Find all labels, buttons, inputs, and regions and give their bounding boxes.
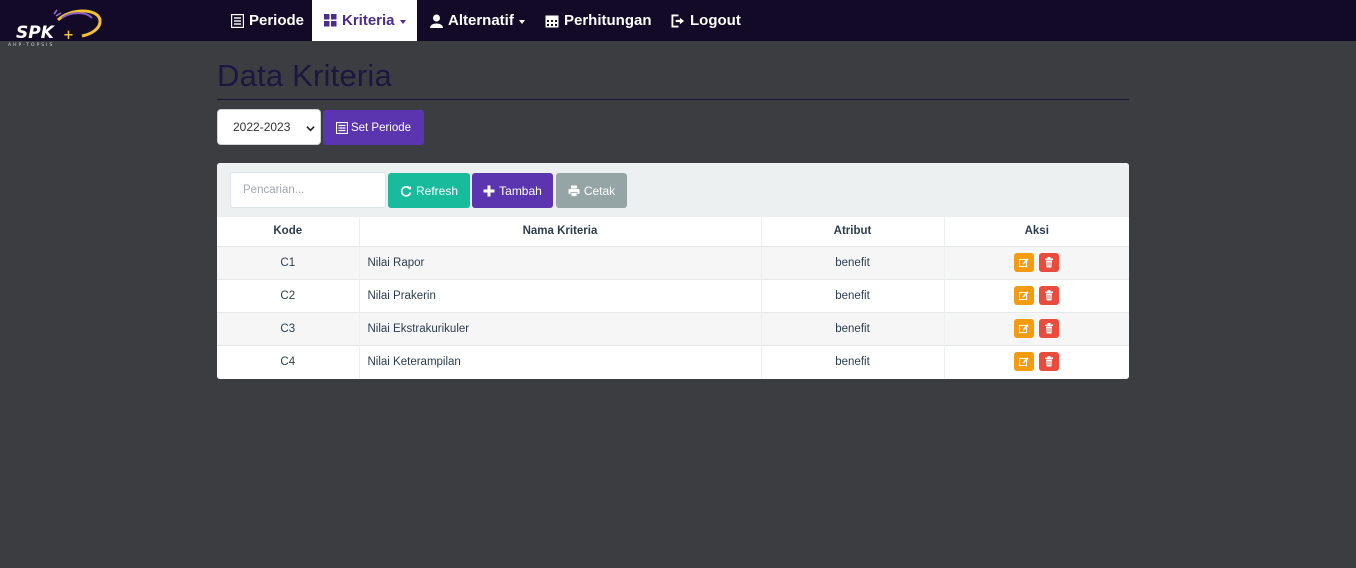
edit-button[interactable] bbox=[1014, 319, 1035, 338]
tambah-label: Tambah bbox=[499, 183, 542, 198]
cell-kode: C2 bbox=[217, 278, 360, 312]
column-header-kode[interactable]: Kode bbox=[217, 217, 360, 247]
delete-button[interactable] bbox=[1039, 253, 1060, 272]
cell-nama: Nilai Prakerin bbox=[359, 278, 762, 312]
cell-atribut: benefit bbox=[761, 245, 945, 279]
trash-icon bbox=[1045, 323, 1054, 334]
edit-icon bbox=[1019, 257, 1029, 267]
edit-button[interactable] bbox=[1014, 253, 1035, 272]
refresh-icon bbox=[400, 185, 412, 197]
search-input[interactable]: Pencarian... bbox=[230, 172, 386, 208]
column-header-aksi: Aksi bbox=[944, 217, 1129, 247]
edit-icon bbox=[1019, 357, 1029, 366]
edit-button[interactable] bbox=[1014, 286, 1035, 305]
nav-logout[interactable]: Logout bbox=[659, 0, 753, 41]
trash-icon bbox=[1045, 356, 1054, 367]
cell-kode: C3 bbox=[217, 311, 360, 345]
table-row: C1 Nilai Rapor benefit bbox=[217, 245, 1129, 279]
chevron-down-icon bbox=[399, 19, 406, 24]
cell-atribut: benefit bbox=[761, 344, 945, 378]
title-divider bbox=[217, 99, 1129, 100]
nav-periode-label: Periode bbox=[249, 12, 305, 29]
cell-kode: C4 bbox=[217, 344, 360, 378]
edit-icon bbox=[1019, 323, 1029, 333]
cell-aksi bbox=[944, 344, 1129, 378]
cell-kode: C1 bbox=[217, 245, 360, 279]
table-row: C2 Nilai Prakerin benefit bbox=[217, 278, 1129, 312]
list-icon bbox=[335, 121, 348, 134]
periode-select[interactable]: 2022-2023 bbox=[217, 109, 321, 145]
user-icon bbox=[429, 14, 443, 28]
set-periode-label: Set Periode bbox=[350, 121, 412, 134]
svg-text:+: + bbox=[63, 28, 74, 43]
page-title: Data Kriteria bbox=[217, 58, 392, 93]
nav-alternatif[interactable]: Alternatif bbox=[417, 0, 537, 41]
nav-kriteria[interactable]: Kriteria bbox=[312, 0, 417, 41]
svg-text:AHP-TOPSIS: AHP-TOPSIS bbox=[8, 42, 54, 48]
set-periode-button[interactable]: Set Periode bbox=[323, 110, 424, 145]
refresh-label: Refresh bbox=[415, 183, 459, 198]
delete-button[interactable] bbox=[1039, 352, 1060, 372]
cetak-button[interactable]: Cetak bbox=[556, 173, 627, 208]
column-header-atribut[interactable]: Atribut bbox=[761, 217, 945, 247]
edit-icon bbox=[1019, 290, 1029, 300]
nav-logout-label: Logout bbox=[690, 12, 741, 29]
kriteria-table: Kode Nama Kriteria Atribut Aksi C1 Nilai… bbox=[217, 217, 1129, 378]
nav-alternatif-label: Alternatif bbox=[448, 12, 514, 29]
chevron-down-icon bbox=[306, 126, 315, 132]
edit-button[interactable] bbox=[1014, 352, 1035, 372]
svg-text:SPK: SPK bbox=[16, 23, 56, 43]
cell-atribut: benefit bbox=[761, 311, 945, 345]
cetak-label: Cetak bbox=[583, 183, 616, 198]
search-placeholder: Pencarian... bbox=[243, 184, 305, 196]
delete-button[interactable] bbox=[1039, 319, 1060, 338]
cell-nama: Nilai Rapor bbox=[359, 245, 762, 279]
grid-icon bbox=[324, 14, 337, 28]
column-header-nama[interactable]: Nama Kriteria bbox=[359, 217, 762, 247]
trash-icon bbox=[1045, 257, 1054, 268]
cell-atribut: benefit bbox=[761, 278, 945, 312]
nav-kriteria-label: Kriteria bbox=[342, 12, 395, 29]
calendar-icon bbox=[545, 14, 559, 28]
tambah-button[interactable]: Tambah bbox=[472, 173, 553, 208]
cell-aksi bbox=[944, 278, 1129, 312]
table-header-row: Kode Nama Kriteria Atribut Aksi bbox=[217, 217, 1129, 247]
delete-button[interactable] bbox=[1039, 286, 1060, 305]
chevron-down-icon bbox=[518, 19, 525, 24]
kriteria-panel: Pencarian... Refresh Tambah Cetak Kode N… bbox=[217, 163, 1129, 379]
cell-nama: Nilai Ekstrakurikuler bbox=[359, 311, 762, 345]
print-icon bbox=[568, 185, 580, 197]
trash-icon bbox=[1045, 290, 1054, 301]
brand-logo[interactable]: SPK + AHP-TOPSIS bbox=[6, 6, 106, 48]
list-icon bbox=[230, 13, 244, 28]
top-navbar: SPK + AHP-TOPSIS Periode Kriteria Altern… bbox=[0, 0, 1356, 48]
table-row: C4 Nilai Keterampilan benefit bbox=[217, 344, 1129, 378]
periode-selected-value: 2022-2023 bbox=[233, 120, 291, 134]
refresh-button[interactable]: Refresh bbox=[388, 173, 470, 208]
cell-aksi bbox=[944, 311, 1129, 345]
cell-aksi bbox=[944, 245, 1129, 279]
plus-icon bbox=[483, 185, 495, 197]
cell-nama: Nilai Keterampilan bbox=[359, 344, 762, 378]
table-row: C3 Nilai Ekstrakurikuler benefit bbox=[217, 311, 1129, 345]
nav-perhitungan-label: Perhitungan bbox=[564, 12, 652, 29]
panel-toolbar: Pencarian... Refresh Tambah Cetak bbox=[217, 163, 1129, 217]
nav-perhitungan[interactable]: Perhitungan bbox=[533, 0, 664, 41]
logout-icon bbox=[671, 13, 685, 28]
nav-periode[interactable]: Periode bbox=[218, 0, 316, 41]
